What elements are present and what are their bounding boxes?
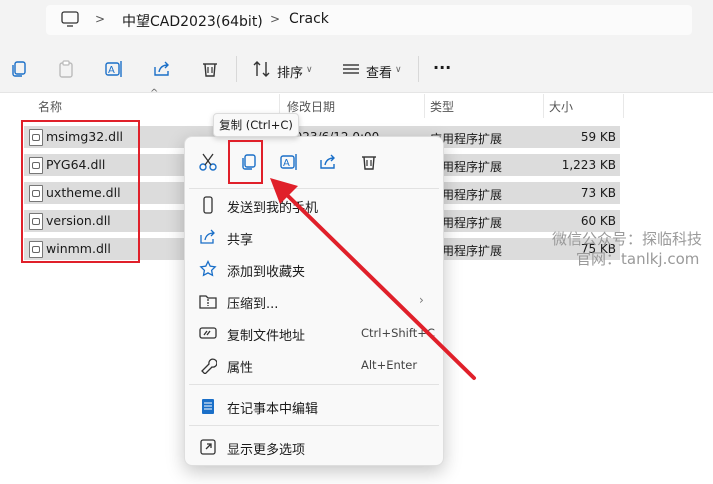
annotation-arrow-icon: [270, 178, 476, 380]
